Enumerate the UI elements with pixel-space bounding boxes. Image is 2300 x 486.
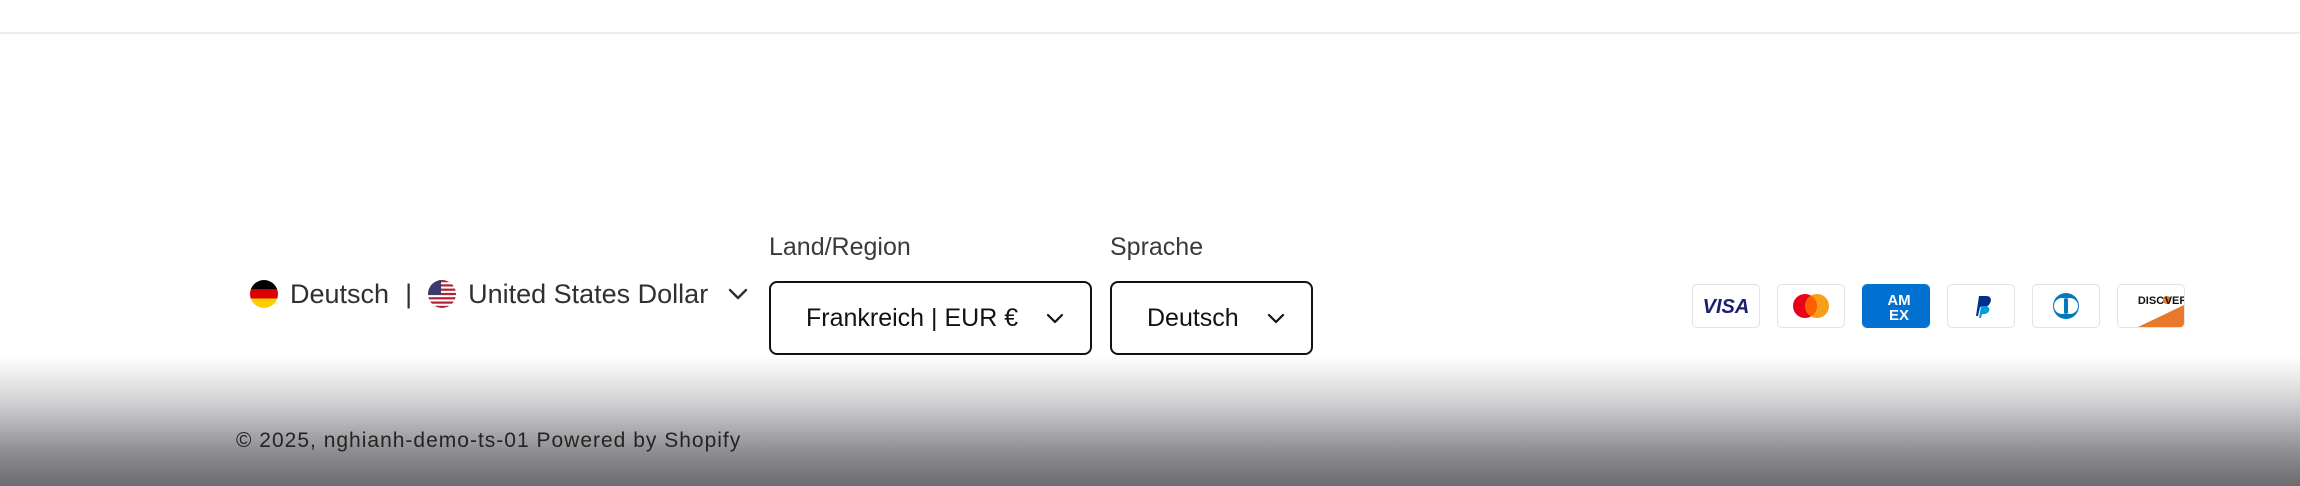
country-label: Land/Region xyxy=(769,233,911,261)
country-value: Frankreich | EUR € xyxy=(806,303,1019,332)
footer-copyright: © 2025, nghianh-demo-ts-01 Powered by Sh… xyxy=(236,429,742,452)
usa-flag-icon xyxy=(428,280,457,308)
paypal-icon xyxy=(1947,284,2015,328)
localization-selector[interactable]: Deutsch | United States Dollar xyxy=(250,274,748,314)
footer-gradient xyxy=(0,356,2300,486)
chevron-down-icon xyxy=(1046,313,1090,324)
svg-text:EX: EX xyxy=(1889,307,1909,324)
localization-separator: | xyxy=(405,278,413,309)
top-divider xyxy=(0,32,2300,34)
currency-label: United States Dollar xyxy=(468,278,709,309)
svg-text:VER: VER xyxy=(2165,295,2184,307)
language-select-label: Sprache xyxy=(1110,233,1204,261)
american-express-icon: AM EX xyxy=(1862,284,1930,328)
language-value: Deutsch xyxy=(1147,303,1239,332)
chevron-down-icon xyxy=(1267,313,1311,324)
country-select[interactable]: Frankreich | EUR € xyxy=(769,281,1092,355)
svg-text:DISC: DISC xyxy=(2138,295,2164,307)
chevron-down-icon xyxy=(728,288,748,300)
language-label: Deutsch xyxy=(290,278,390,309)
visa-icon: VISA xyxy=(1692,284,1760,328)
payment-icons: VISA AM EX DISC VE xyxy=(1692,284,2185,328)
svg-text:VISA: VISA xyxy=(1703,296,1750,318)
germany-flag-icon xyxy=(250,280,278,308)
mastercard-icon xyxy=(1777,284,1845,328)
diners-club-icon xyxy=(2032,284,2100,328)
language-select[interactable]: Deutsch xyxy=(1110,281,1313,355)
discover-icon: DISC VER xyxy=(2117,284,2185,328)
